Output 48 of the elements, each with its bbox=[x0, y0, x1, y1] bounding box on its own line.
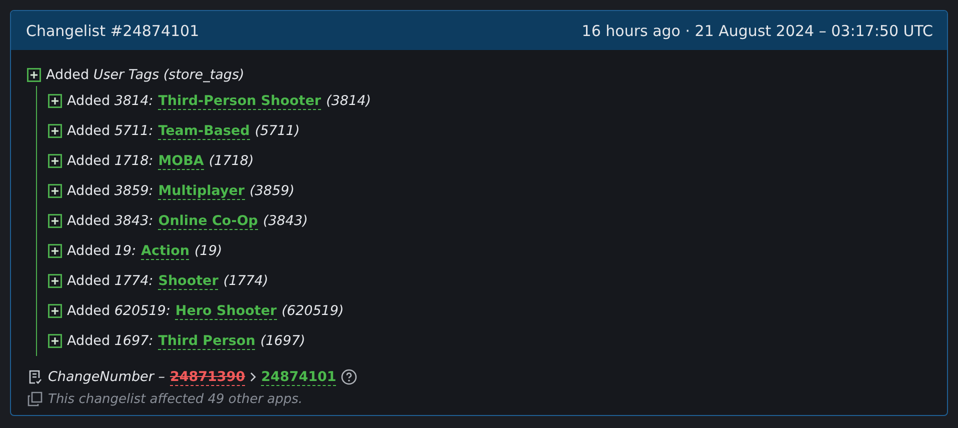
copy-icon bbox=[27, 391, 43, 407]
change-text: Added 1697: bbox=[67, 333, 154, 349]
change-text: Added User Tags (store_tags) bbox=[46, 67, 244, 83]
plus-icon bbox=[48, 214, 62, 228]
plus-icon bbox=[48, 94, 62, 108]
plus-icon bbox=[48, 304, 62, 318]
tag-id: (1718) bbox=[208, 153, 254, 169]
plus-icon bbox=[48, 184, 62, 198]
tag-link[interactable]: Multiplayer bbox=[158, 182, 245, 200]
tag-link[interactable]: Team-Based bbox=[158, 122, 250, 140]
change-text: Added 3859: bbox=[67, 183, 154, 199]
plus-icon bbox=[48, 244, 62, 258]
help-icon[interactable] bbox=[341, 369, 358, 385]
tag-id: (5711) bbox=[254, 123, 300, 139]
tag-link[interactable]: Hero Shooter bbox=[175, 302, 277, 320]
plus-icon bbox=[27, 68, 41, 82]
change-text: Added 1774: bbox=[67, 273, 154, 289]
change-text: Added 3843: bbox=[67, 213, 154, 229]
change-text: Added 3814: bbox=[67, 93, 154, 109]
plus-icon bbox=[48, 124, 62, 138]
old-value: 24871390 bbox=[170, 368, 246, 386]
tag-id: (620519) bbox=[282, 303, 344, 319]
tag-link[interactable]: Third Person bbox=[158, 332, 256, 350]
change-text: Added 5711: bbox=[67, 123, 154, 139]
tag-id: (3859) bbox=[250, 183, 294, 199]
changelist-title: Changelist #24874101 bbox=[26, 22, 200, 40]
plus-icon bbox=[48, 334, 62, 348]
field-name: ChangeNumber – bbox=[48, 369, 165, 385]
plus-icon bbox=[48, 154, 62, 168]
tag-id: (1774) bbox=[223, 273, 268, 289]
tag-id: (19) bbox=[194, 243, 222, 259]
changelist-icon bbox=[27, 369, 43, 385]
change-text: Added 1718: bbox=[67, 153, 154, 169]
tag-id: (3814) bbox=[326, 93, 371, 109]
change-text: Added 620519: bbox=[67, 303, 170, 319]
tag-link[interactable]: MOBA bbox=[158, 152, 204, 170]
tag-link[interactable]: Shooter bbox=[158, 272, 218, 290]
new-value-link[interactable]: 24874101 bbox=[261, 368, 336, 386]
plus-icon bbox=[48, 274, 62, 288]
tag-id: (3843) bbox=[262, 213, 308, 229]
tag-link[interactable]: Third-Person Shooter bbox=[158, 92, 322, 110]
tag-link[interactable]: Online Co-Op bbox=[158, 212, 258, 230]
chevron-icon bbox=[250, 372, 256, 382]
timestamp: 16 hours ago · 21 August 2024 – 03:17:50 UTC bbox=[582, 22, 933, 40]
tag-link[interactable]: Action bbox=[141, 242, 190, 260]
change-text: Added 19: bbox=[67, 243, 136, 259]
affected-apps-note: This changelist affected 49 other apps. bbox=[48, 392, 303, 406]
tag-id: (1697) bbox=[260, 333, 306, 349]
